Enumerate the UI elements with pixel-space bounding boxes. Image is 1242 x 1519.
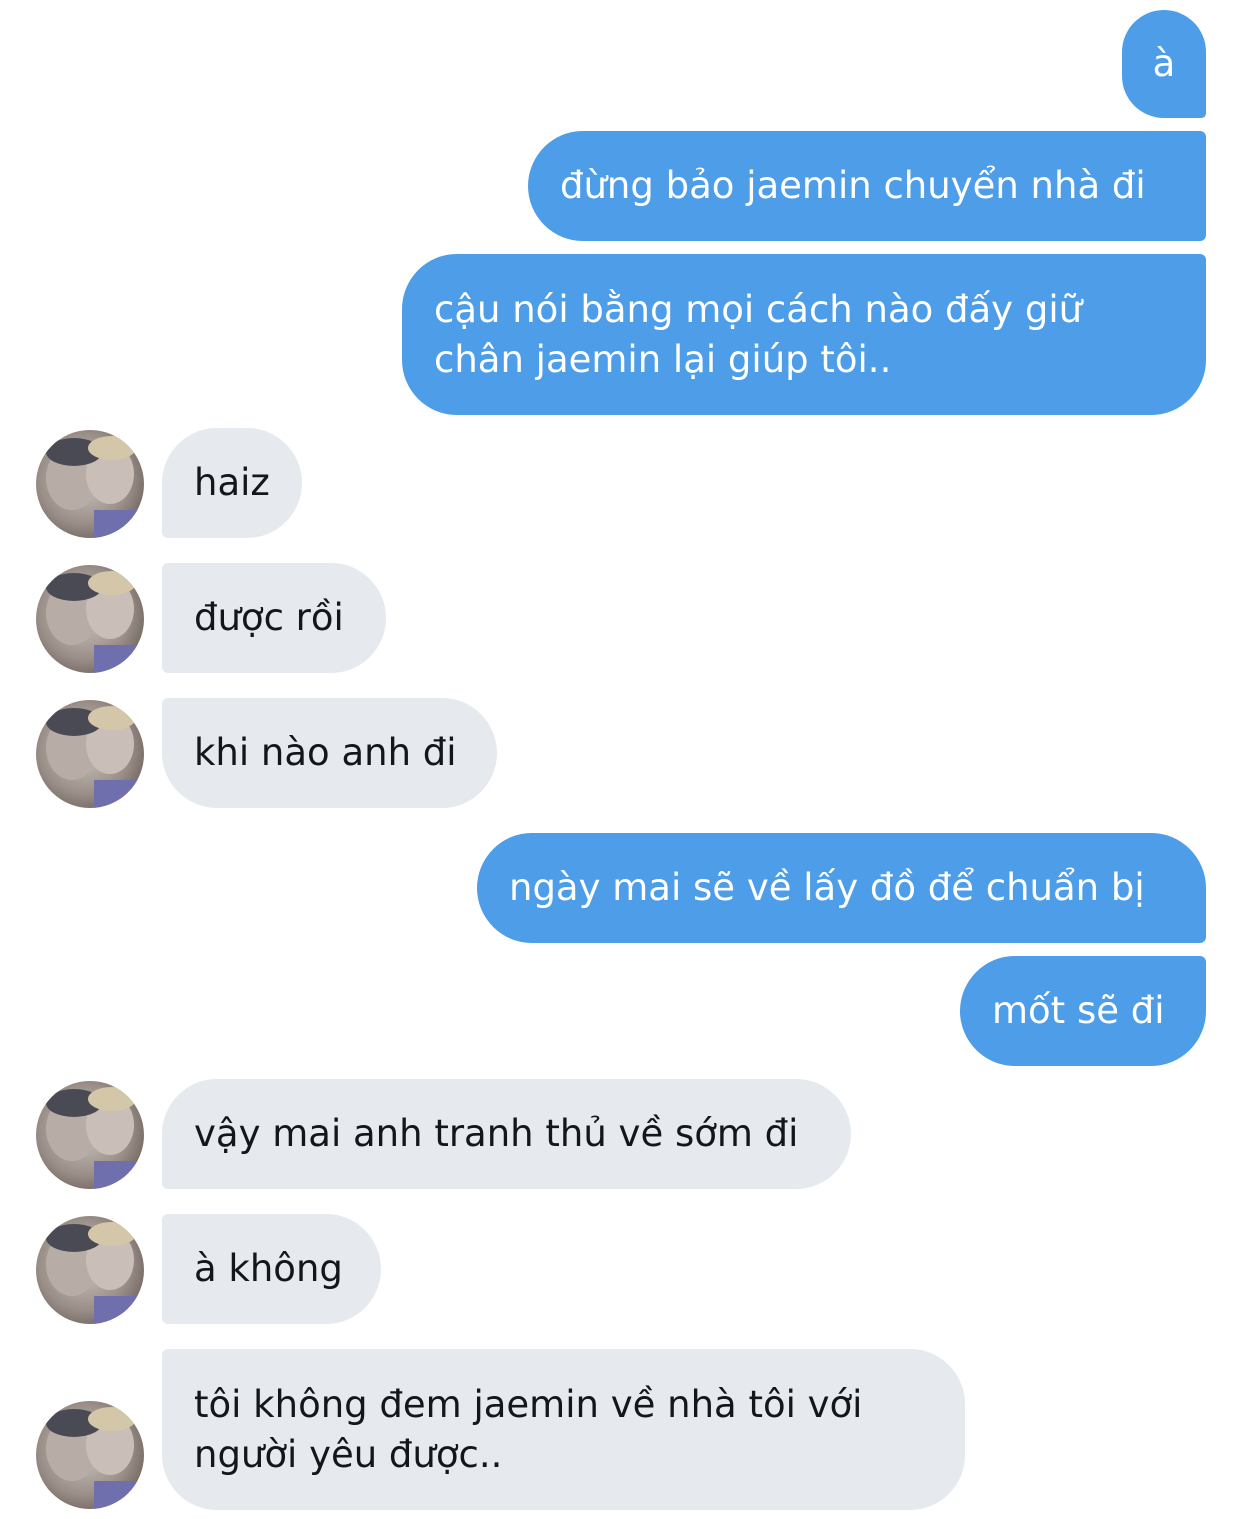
message-text: vậy mai anh tranh thủ về sớm đi [194, 1112, 799, 1155]
contact-avatar[interactable] [36, 700, 144, 808]
contact-avatar[interactable] [36, 1216, 144, 1324]
outgoing-message-bubble[interactable]: cậu nói bằng mọi cách nào đấy giữ chân j… [402, 254, 1206, 415]
profile-photo-icon [36, 700, 144, 808]
incoming-message-bubble[interactable]: vậy mai anh tranh thủ về sớm đi [162, 1079, 851, 1189]
message-text: đừng bảo jaemin chuyển nhà đi [560, 164, 1146, 207]
message-text: à không [194, 1247, 343, 1290]
outgoing-message-bubble[interactable]: đừng bảo jaemin chuyển nhà đi [528, 131, 1206, 241]
outgoing-message-bubble[interactable]: mốt sẽ đi [960, 956, 1206, 1066]
conversation-thread: à đừng bảo jaemin chuyển nhà đi cậu nói … [0, 0, 1242, 1519]
message-text: à [1152, 42, 1176, 85]
incoming-message-bubble[interactable]: tôi không đem jaemin về nhà tôi với ngườ… [162, 1349, 965, 1510]
message-text: được rồi [194, 596, 344, 639]
message-text: khi nào anh đi [194, 731, 457, 774]
contact-avatar[interactable] [36, 1081, 144, 1189]
message-text: tôi không đem jaemin về nhà tôi với ngườ… [194, 1382, 863, 1476]
message-text: mốt sẽ đi [992, 989, 1165, 1032]
profile-photo-icon [36, 1401, 144, 1509]
outgoing-message-bubble[interactable]: à [1122, 10, 1206, 118]
profile-photo-icon [36, 430, 144, 538]
incoming-message-bubble[interactable]: được rồi [162, 563, 386, 673]
outgoing-message-bubble[interactable]: ngày mai sẽ về lấy đồ để chuẩn bị [477, 833, 1206, 943]
incoming-message-bubble[interactable]: à không [162, 1214, 381, 1324]
profile-photo-icon [36, 1081, 144, 1189]
incoming-message-bubble[interactable]: haiz [162, 428, 302, 538]
profile-photo-icon [36, 565, 144, 673]
contact-avatar[interactable] [36, 565, 144, 673]
incoming-message-bubble[interactable]: khi nào anh đi [162, 698, 497, 808]
contact-avatar[interactable] [36, 1401, 144, 1509]
profile-photo-icon [36, 1216, 144, 1324]
message-text: haiz [194, 461, 270, 504]
message-text: ngày mai sẽ về lấy đồ để chuẩn bị [509, 866, 1145, 909]
message-text: cậu nói bằng mọi cách nào đấy giữ chân j… [434, 287, 1083, 381]
contact-avatar[interactable] [36, 430, 144, 538]
